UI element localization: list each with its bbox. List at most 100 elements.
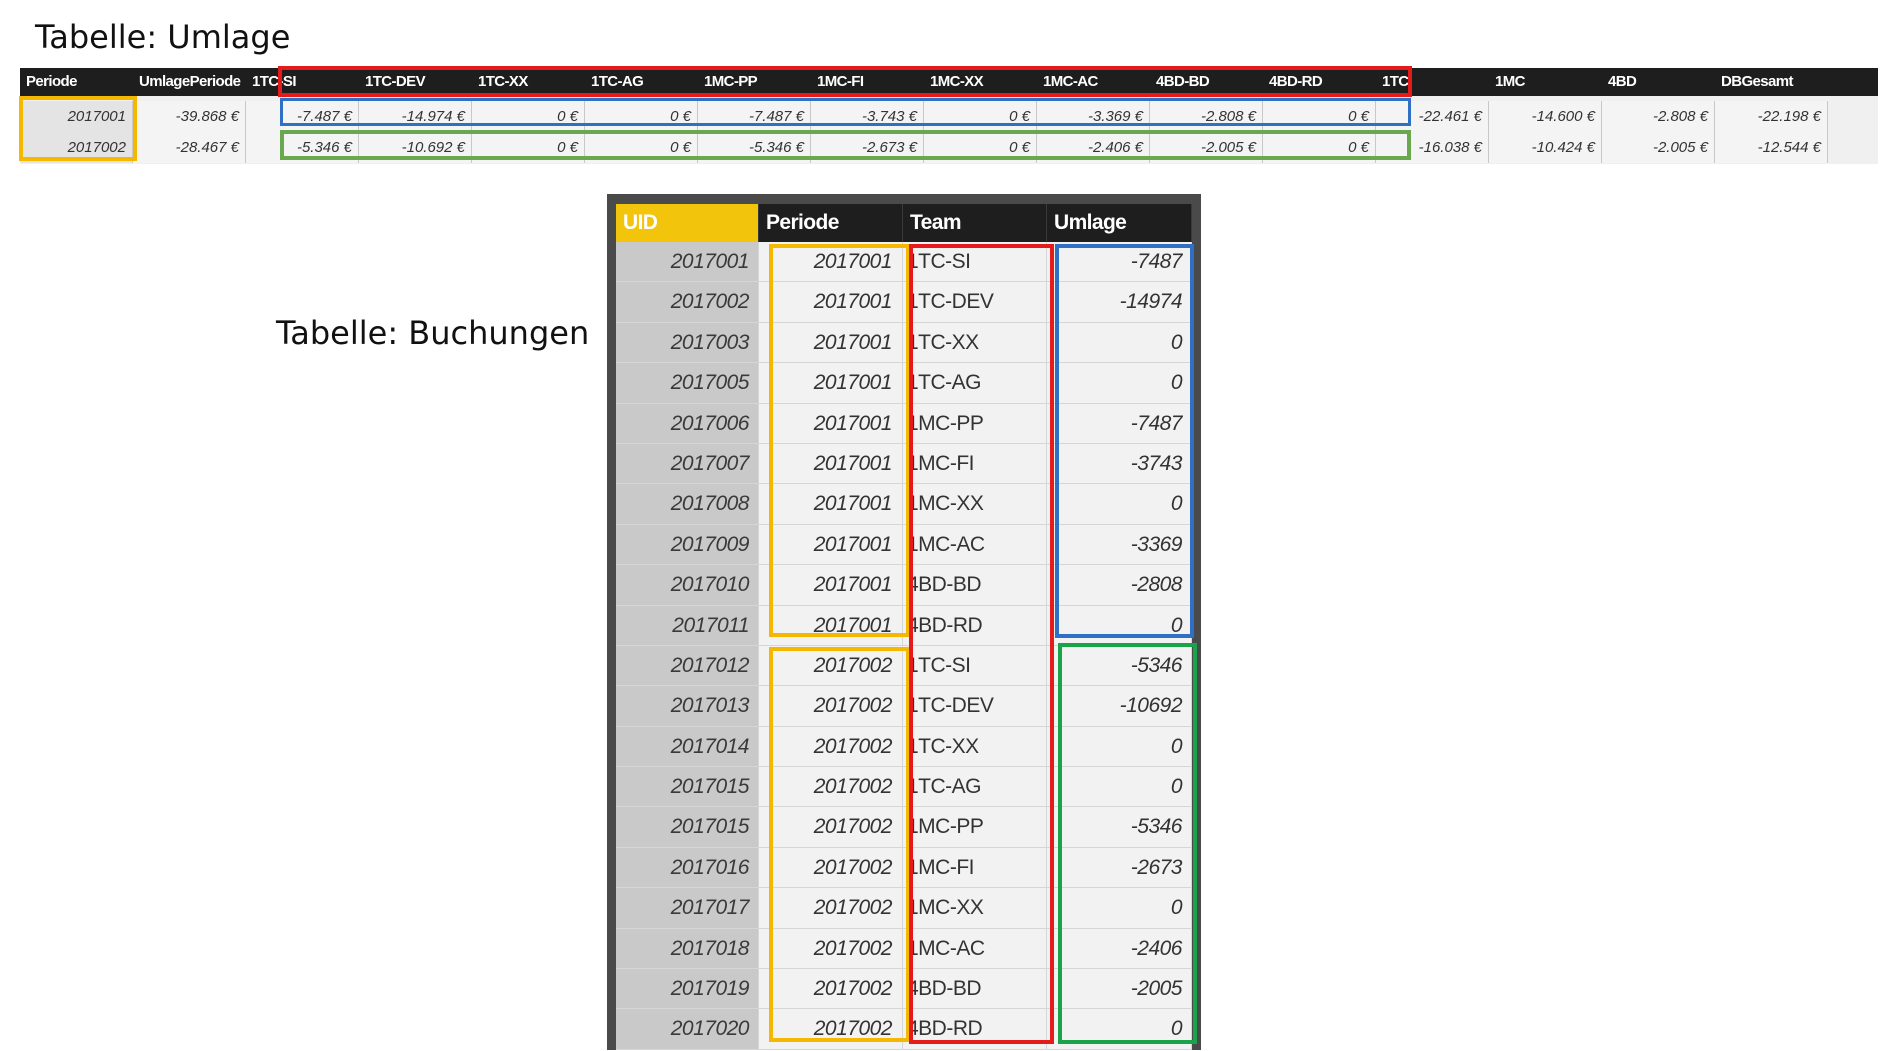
umlage-column-header[interactable]: 1TC-XX <box>472 68 585 96</box>
uid-cell: 2017016 <box>616 847 759 889</box>
table-row: 2017014 2017002 1TC-XX 0 <box>616 726 1192 768</box>
umlage-cell: 0 <box>1047 888 1192 929</box>
table-row: 2017011 2017001 4BD-RD 0 <box>616 605 1192 646</box>
periode-cell: 2017002 <box>759 847 903 889</box>
periode-cell: 2017001 <box>759 322 903 364</box>
team-cell: 1MC-XX <box>903 888 1047 929</box>
uid-cell: 2017020 <box>616 1009 759 1050</box>
team-cell: 1TC-AG <box>903 767 1047 808</box>
table-row: 2017015 2017002 1TC-AG 0 <box>616 767 1192 808</box>
periode-cell: 2017001 <box>759 282 903 323</box>
umlage-cell: -10692 <box>1047 686 1192 727</box>
umlage-column-header[interactable]: Periode <box>20 68 133 96</box>
uid-cell: 2017011 <box>616 605 759 646</box>
buchungen-table-frame: UID Periode Team Umlage 2017001 2017001 1T… <box>607 194 1201 1050</box>
umlage-column-header[interactable]: 1MC-XX <box>924 68 1037 96</box>
umlage-cell: -12.544 € <box>1715 132 1828 163</box>
column-header-periode[interactable]: Periode <box>759 204 903 242</box>
table-row: 2017007 2017001 1MC-FI -3743 <box>616 443 1192 485</box>
umlage-cell: 2017002 <box>20 132 133 163</box>
umlage-column-header[interactable]: 1MC-PP <box>698 68 811 96</box>
table-row: 2017005 2017001 1TC-AG 0 <box>616 363 1192 404</box>
periode-cell: 2017001 <box>759 403 903 444</box>
umlage-cell: -14.600 € <box>1489 101 1602 132</box>
periode-cell: 2017002 <box>759 807 903 848</box>
uid-cell: 2017007 <box>616 443 759 485</box>
umlage-table-row: 2017002 -28.467 € -5.346 € -10.692 €0 €0 € -… <box>20 132 1878 163</box>
periode-cell: 2017002 <box>759 726 903 768</box>
umlage-cell: -7.487 € <box>246 101 359 132</box>
uid-cell: 2017013 <box>616 686 759 727</box>
team-cell: 1MC-FI <box>903 443 1047 485</box>
team-cell: 1MC-FI <box>903 847 1047 889</box>
buchungen-table-body: 2017001 2017001 1TC-SI -7487 2017002 2017001 1… <box>616 242 1192 1050</box>
team-cell: 1TC-XX <box>903 322 1047 364</box>
periode-cell: 2017002 <box>759 1009 903 1050</box>
table-row: 2017020 2017002 4BD-RD 0 <box>616 1009 1192 1050</box>
umlage-cell: -3743 <box>1047 443 1192 485</box>
umlage-column-header[interactable]: UmlagePeriode <box>133 68 246 96</box>
umlage-column-header[interactable]: 4BD-RD <box>1263 68 1376 96</box>
table-row: 2017016 2017002 1MC-FI -2673 <box>616 847 1192 889</box>
buchungen-table-title: Tabelle: Buchungen <box>276 314 590 352</box>
umlage-cell: -2005 <box>1047 969 1192 1010</box>
table-row: 2017010 2017001 4BD-BD -2808 <box>616 565 1192 606</box>
table-row: 2017003 2017001 1TC-XX 0 <box>616 322 1192 364</box>
uid-cell: 2017014 <box>616 726 759 768</box>
umlage-column-header[interactable]: 4BD-BD <box>1150 68 1263 96</box>
table-row: 2017013 2017002 1TC-DEV -10692 <box>616 686 1192 727</box>
team-cell: 1MC-XX <box>903 484 1047 525</box>
periode-cell: 2017001 <box>759 524 903 566</box>
table-row: 2017008 2017001 1MC-XX 0 <box>616 484 1192 525</box>
table-row: 2017015 2017002 1MC-PP -5346 <box>616 807 1192 848</box>
team-cell: 4BD-RD <box>903 605 1047 646</box>
umlage-cell: -5.346 € <box>246 132 359 163</box>
column-header-team[interactable]: Team <box>903 204 1047 242</box>
umlage-column-header[interactable]: DBGesamt <box>1715 68 1828 96</box>
umlage-column-header[interactable]: 1TC-DEV <box>359 68 472 96</box>
uid-cell: 2017010 <box>616 565 759 606</box>
umlage-column-header[interactable]: 1TC-SI <box>246 68 359 96</box>
umlage-cell: -7487 <box>1047 403 1192 444</box>
umlage-column-header[interactable]: 4BD <box>1602 68 1715 96</box>
umlage-column-header[interactable]: 1TC-AG <box>585 68 698 96</box>
uid-cell: 2017002 <box>616 282 759 323</box>
buchungen-table-header: UID Periode Team Umlage <box>616 204 1192 242</box>
umlage-cell: -2.005 € <box>1602 132 1715 163</box>
umlage-cell: -22.198 € <box>1715 101 1828 132</box>
team-cell: 1TC-AG <box>903 363 1047 404</box>
team-cell: 1TC-XX <box>903 726 1047 768</box>
umlage-cell: 0 <box>1047 1009 1192 1050</box>
umlage-column-header[interactable]: 1MC <box>1489 68 1602 96</box>
table-row: 2017006 2017001 1MC-PP -7487 <box>616 403 1192 444</box>
periode-cell: 2017002 <box>759 686 903 727</box>
umlage-cell: -39.868 € <box>133 101 246 132</box>
umlage-cell: -7487 <box>1047 242 1192 283</box>
uid-cell: 2017019 <box>616 969 759 1010</box>
umlage-cell: -16.038 € <box>1376 132 1489 163</box>
umlage-column-header[interactable]: 1MC-FI <box>811 68 924 96</box>
team-cell: 1TC-DEV <box>903 686 1047 727</box>
column-header-uid[interactable]: UID <box>616 204 759 242</box>
umlage-cell: 0 € <box>924 132 1037 163</box>
uid-cell: 2017012 <box>616 645 759 687</box>
umlage-cell: -10.692 € <box>359 132 472 163</box>
umlage-cell: -5346 <box>1047 645 1192 687</box>
umlage-cell: 0 € <box>472 132 585 163</box>
umlage-column-header[interactable]: 1TC <box>1376 68 1489 96</box>
table-row: 2017018 2017002 1MC-AC -2406 <box>616 928 1192 970</box>
periode-cell: 2017002 <box>759 928 903 970</box>
team-cell: 1TC-SI <box>903 242 1047 283</box>
team-cell: 4BD-RD <box>903 1009 1047 1050</box>
table-row: 2017017 2017002 1MC-XX 0 <box>616 888 1192 929</box>
team-cell: 1MC-PP <box>903 403 1047 444</box>
column-header-umlage[interactable]: Umlage <box>1047 204 1192 242</box>
periode-cell: 2017001 <box>759 565 903 606</box>
periode-cell: 2017001 <box>759 242 903 283</box>
uid-cell: 2017003 <box>616 322 759 364</box>
umlage-cell: -3369 <box>1047 524 1192 566</box>
umlage-column-header[interactable]: 1MC-AC <box>1037 68 1150 96</box>
umlage-cell: 0 € <box>924 101 1037 132</box>
umlage-cell: -22.461 € <box>1376 101 1489 132</box>
uid-cell: 2017018 <box>616 928 759 970</box>
